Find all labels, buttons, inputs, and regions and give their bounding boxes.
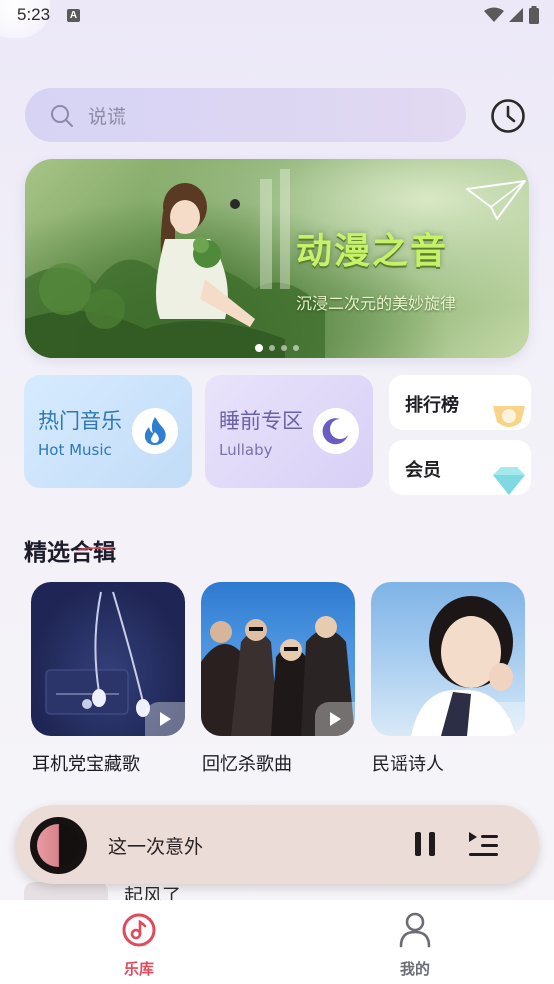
album-card[interactable] [201, 582, 355, 736]
diamond-icon [493, 467, 525, 495]
flame-icon [132, 408, 178, 454]
signal-icon [509, 8, 523, 22]
notification-icon: A [67, 9, 80, 22]
album-name[interactable]: 民谣诗人 [372, 750, 444, 776]
trophy-icon [493, 406, 525, 427]
wifi-icon [484, 7, 504, 22]
status-icons [484, 6, 540, 24]
carousel-dot[interactable] [281, 345, 287, 351]
player-track-title[interactable]: 这一次意外 [108, 832, 203, 859]
banner-subtitle: 沉浸二次元的美妙旋律 [296, 294, 457, 313]
lullaby-card[interactable]: 睡前专区 Lullaby z [205, 375, 373, 488]
album-card[interactable] [371, 582, 525, 736]
list-item-thumbnail [24, 882, 108, 902]
tab-library[interactable]: 乐库 [39, 900, 239, 984]
album-name[interactable]: 回忆杀歌曲 [202, 750, 292, 776]
lullaby-title: 睡前专区 [219, 409, 303, 433]
banner-carousel[interactable] [25, 159, 529, 358]
pause-icon[interactable] [410, 828, 440, 860]
clock-icon[interactable] [490, 98, 526, 134]
moon-icon: z [313, 408, 359, 454]
banner-title: 动漫之音 [296, 231, 449, 272]
search-placeholder: 说谎 [88, 106, 127, 128]
vip-card[interactable]: 会员 [389, 440, 531, 495]
tab-library-label: 乐库 [123, 960, 154, 978]
tab-profile[interactable]: 我的 [315, 900, 515, 984]
carousel-dot[interactable] [255, 344, 263, 352]
rank-label: 排行榜 [405, 395, 459, 416]
carousel-indicator [255, 344, 299, 352]
battery-icon [529, 6, 539, 24]
status-bar: 5:23 A [0, 0, 554, 38]
search-icon [51, 105, 73, 127]
playlist-icon[interactable] [466, 828, 500, 860]
mini-player[interactable] [15, 805, 539, 884]
status-time: 5:23 [17, 5, 51, 24]
vip-label: 会员 [405, 460, 441, 481]
album-disc[interactable] [30, 817, 87, 874]
hot-music-card[interactable]: 热门音乐 Hot Music [24, 375, 192, 488]
rank-card[interactable]: 排行榜 [389, 375, 531, 430]
album-card[interactable] [31, 582, 185, 736]
hot-music-title: 热门音乐 [38, 409, 122, 433]
section-title-underline [78, 547, 114, 551]
carousel-dot[interactable] [293, 345, 299, 351]
banner-illustration [25, 169, 526, 358]
hot-music-subtitle: Hot Music [38, 441, 112, 459]
svg-text:z: z [337, 424, 343, 435]
carousel-dot[interactable] [269, 345, 275, 351]
music-note-icon [122, 913, 156, 947]
album-name[interactable]: 耳机党宝藏歌 [32, 750, 140, 776]
tab-profile-label: 我的 [399, 960, 430, 978]
lullaby-subtitle: Lullaby [219, 441, 273, 459]
bottom-nav: 乐库 我的 [0, 900, 554, 984]
user-icon [399, 912, 431, 948]
